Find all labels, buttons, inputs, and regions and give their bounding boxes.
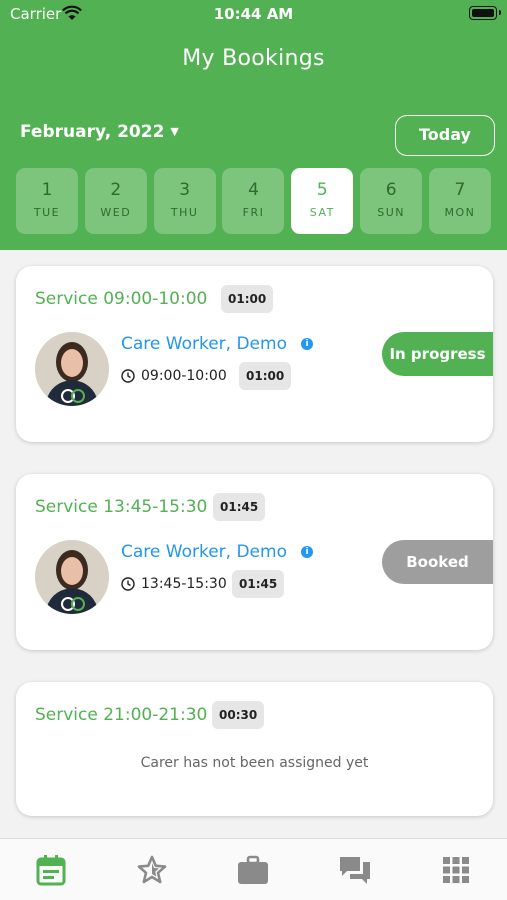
booking-card[interactable]: Service 13:45-15:30 01:45 Care Worker, D… [16,474,493,650]
time-range: 09:00-10:00 [141,368,227,384]
day-name: FRI [242,206,265,219]
booking-card[interactable]: Service 21:00-21:30 00:30 Carer has not … [16,682,493,816]
clock-icon [121,369,135,383]
unassigned-message: Carer has not been assigned yet [140,755,369,771]
day-number: 3 [179,180,191,200]
day-sat-selected[interactable]: 5 SAT [291,168,354,234]
service-title: Service 13:45-15:30 [35,497,208,517]
tab-bookings[interactable] [31,850,71,890]
header: Carrier 10:44 AM My Bookings February, 2… [0,0,507,250]
day-name: SUN [377,206,406,219]
day-number: 7 [454,180,466,200]
service-title: Service 21:00-21:30 [35,705,208,725]
star-icon [137,855,167,883]
day-tue[interactable]: 1 TUE [16,168,78,234]
status-bar: Carrier 10:44 AM [0,0,507,28]
duration-badge: 01:45 [232,570,285,598]
day-sun[interactable]: 6 SUN [360,168,423,234]
status-badge: In progress [382,332,493,376]
page-title: My Bookings [182,46,325,71]
status-time: 10:44 AM [213,5,294,23]
month-label: February, 2022 [20,122,165,142]
day-wed[interactable]: 2 WED [84,168,147,234]
day-number: 4 [248,180,259,200]
day-name: TUE [33,206,61,219]
duration-badge: 00:30 [212,701,265,729]
caret-down-icon: ▼ [170,125,179,138]
day-name: MON [444,206,476,219]
briefcase-icon [238,855,269,884]
day-strip: 1 TUE 2 WED 3 THU 4 FRI 5 SAT 6 SUN 7 MO… [16,168,491,234]
avatar [35,540,109,614]
clock-icon [121,577,135,591]
day-mon[interactable]: 7 MON [428,168,491,234]
tab-menu[interactable] [436,850,476,890]
time-range: 13:45-15:30 [141,576,227,592]
day-number: 2 [110,180,122,200]
day-thu[interactable]: 3 THU [153,168,216,234]
booking-card[interactable]: Service 09:00-10:00 01:00 Care Worker, D… [16,266,493,442]
day-name: SAT [309,206,335,219]
tab-messages[interactable] [335,850,375,890]
tab-jobs[interactable] [233,850,273,890]
tab-bar [0,838,507,900]
status-badge: Booked [382,540,493,584]
calendar-icon [36,854,66,885]
tab-favourites[interactable] [132,850,172,890]
service-title: Service 09:00-10:00 [35,289,208,309]
duration-badge: 01:00 [239,362,292,390]
day-name: WED [100,206,132,219]
duration-badge: 01:00 [221,285,274,313]
worker-name-link[interactable]: Care Worker, Demo [121,334,287,354]
avatar-image [35,332,109,406]
worker-name-link[interactable]: Care Worker, Demo [121,542,287,562]
battery-icon [469,6,501,20]
chat-icon [339,856,370,884]
avatar-image [35,540,109,614]
day-number: 5 [316,180,328,200]
day-name: THU [170,206,199,219]
avatar [35,332,109,406]
duration-badge: 01:45 [213,493,266,521]
day-number: 6 [385,180,397,200]
month-selector[interactable]: February, 2022 ▼ [20,122,179,142]
day-fri[interactable]: 4 FRI [222,168,285,234]
today-button[interactable]: Today [395,115,495,156]
day-number: 1 [41,180,53,200]
grid-menu-icon [443,856,470,883]
info-icon[interactable]: i [301,546,313,558]
info-icon[interactable]: i [301,338,313,350]
